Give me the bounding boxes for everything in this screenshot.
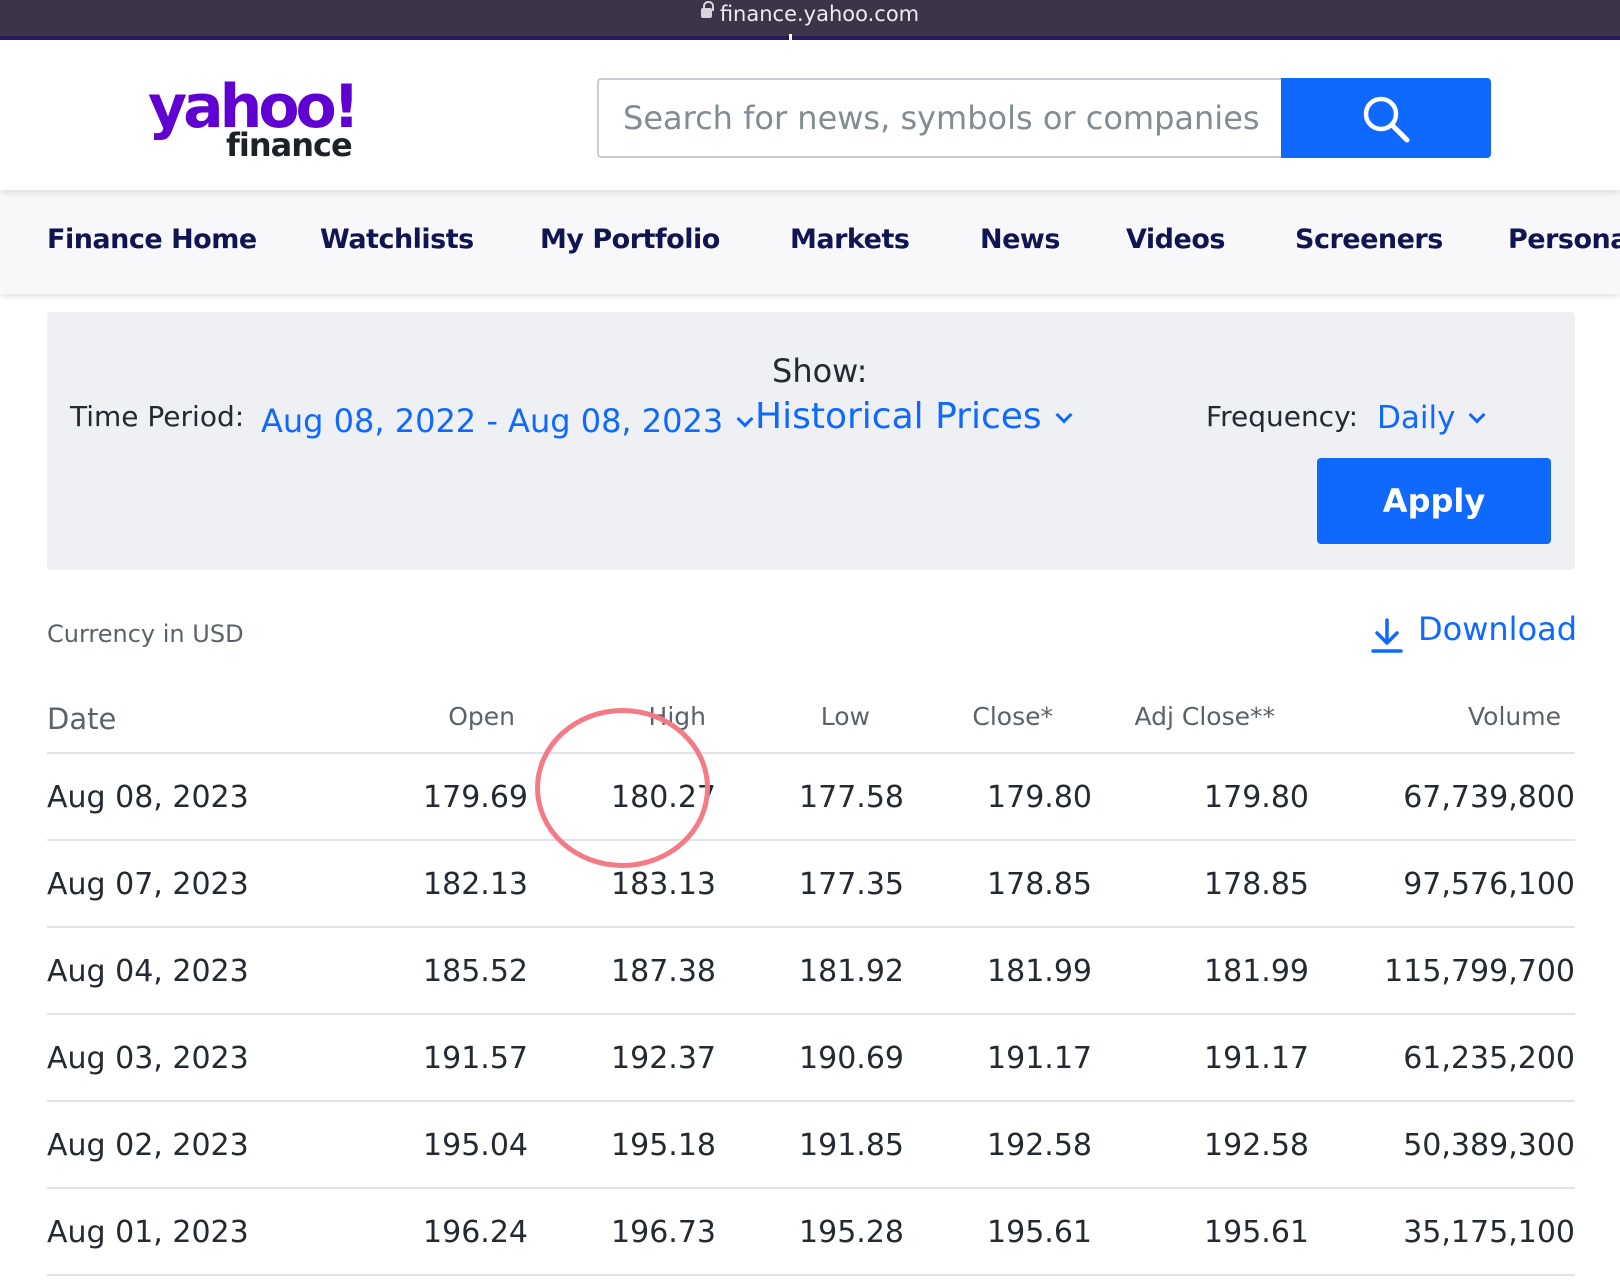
cell-open: 191.57	[423, 1041, 528, 1076]
table-body: Aug 08, 2023 179.69 180.27 177.58 179.80 179.…	[47, 754, 1575, 1276]
currency-note: Currency in USD	[47, 620, 244, 648]
cell-low: 191.85	[799, 1128, 904, 1163]
chevron-down-icon	[736, 410, 754, 428]
logo-finance-text: finance	[226, 126, 353, 164]
nav-news[interactable]: News	[980, 224, 1060, 255]
cell-close: 192.58	[987, 1128, 1092, 1163]
cell-date: Aug 02, 2023	[47, 1128, 249, 1163]
time-period-value: Aug 08, 2022 - Aug 08, 2023	[261, 402, 724, 440]
cell-high: 196.73	[611, 1215, 716, 1250]
nav-finance-home[interactable]: Finance Home	[47, 224, 257, 255]
cell-adj-close: 181.99	[1204, 954, 1309, 989]
col-header-date: Date	[47, 702, 117, 736]
cell-volume: 115,799,700	[1384, 954, 1575, 989]
chevron-down-icon	[1468, 406, 1486, 424]
col-header-high: High	[648, 702, 706, 731]
cell-open: 185.52	[423, 954, 528, 989]
main-nav: Finance Home Watchlists My Portfolio Mar…	[0, 190, 1620, 294]
cell-open: 196.24	[423, 1215, 528, 1250]
time-period-label: Time Period:	[70, 400, 245, 433]
search-box	[597, 78, 1281, 158]
nav-my-portfolio[interactable]: My Portfolio	[540, 224, 720, 255]
site-header: yahoo! finance	[0, 44, 1620, 190]
cell-close: 179.80	[987, 780, 1092, 815]
frequency-dropdown[interactable]: Daily	[1377, 400, 1486, 436]
col-header-low: Low	[820, 702, 870, 731]
cell-adj-close: 192.58	[1204, 1128, 1309, 1163]
search-icon	[1363, 96, 1410, 143]
table-header: Date Open High Low Close* Adj Close** Vo…	[47, 690, 1575, 754]
url-text: finance.yahoo.com	[719, 2, 920, 26]
frequency-label: Frequency:	[1206, 400, 1359, 433]
frequency-value: Daily	[1377, 400, 1456, 436]
col-header-adj-close: Adj Close**	[1134, 702, 1275, 731]
table-row: Aug 07, 2023 182.13 183.13 177.35 178.85 178.…	[47, 841, 1575, 928]
cell-adj-close: 178.85	[1204, 867, 1309, 902]
cell-date: Aug 01, 2023	[47, 1215, 249, 1250]
url-display[interactable]: finance.yahoo.com	[0, 1, 1620, 26]
cell-volume: 61,235,200	[1403, 1041, 1575, 1076]
table-row: Aug 03, 2023 191.57 192.37 190.69 191.17 191.…	[47, 1015, 1575, 1102]
historical-prices-table: Date Open High Low Close* Adj Close** Vo…	[47, 690, 1575, 1276]
chevron-down-icon	[1055, 406, 1073, 424]
col-header-volume: Volume	[1468, 702, 1561, 731]
table-row: Aug 08, 2023 179.69 180.27 177.58 179.80 179.…	[47, 754, 1575, 841]
progress-tick	[789, 34, 792, 40]
time-period-dropdown[interactable]: Aug 08, 2022 - Aug 08, 2023	[261, 402, 754, 440]
cell-date: Aug 03, 2023	[47, 1041, 249, 1076]
browser-url-bar[interactable]: finance.yahoo.com	[0, 0, 1620, 40]
nav-watchlists[interactable]: Watchlists	[320, 224, 474, 255]
cell-high: 195.18	[611, 1128, 716, 1163]
cell-low: 190.69	[799, 1041, 904, 1076]
cell-low: 195.28	[799, 1215, 904, 1250]
cell-date: Aug 04, 2023	[47, 954, 249, 989]
cell-close: 178.85	[987, 867, 1092, 902]
cell-open: 179.69	[423, 780, 528, 815]
cell-close: 181.99	[987, 954, 1092, 989]
show-dropdown[interactable]: Historical Prices	[755, 396, 1073, 437]
cell-open: 195.04	[423, 1128, 528, 1163]
yahoo-finance-logo[interactable]: yahoo! finance	[148, 74, 378, 174]
cell-date: Aug 08, 2023	[47, 780, 249, 815]
cell-close: 195.61	[987, 1215, 1092, 1250]
cell-low: 181.92	[799, 954, 904, 989]
cell-close: 191.17	[987, 1041, 1092, 1076]
col-header-open: Open	[448, 702, 515, 731]
cell-adj-close: 191.17	[1204, 1041, 1309, 1076]
nav-videos[interactable]: Videos	[1126, 224, 1225, 255]
cell-volume: 97,576,100	[1403, 867, 1575, 902]
col-header-close: Close*	[972, 702, 1053, 731]
cell-volume: 35,175,100	[1403, 1215, 1575, 1250]
cell-volume: 67,739,800	[1403, 780, 1575, 815]
download-icon	[1371, 618, 1403, 653]
table-row: Aug 01, 2023 196.24 196.73 195.28 195.61 195.…	[47, 1189, 1575, 1276]
cell-adj-close: 179.80	[1204, 780, 1309, 815]
search-input[interactable]	[599, 80, 1281, 156]
show-label: Show:	[772, 352, 868, 390]
cell-adj-close: 195.61	[1204, 1215, 1309, 1250]
cell-high: 183.13	[611, 867, 716, 902]
search-button[interactable]	[1281, 78, 1491, 158]
nav-markets[interactable]: Markets	[790, 224, 910, 255]
table-row: Aug 04, 2023 185.52 187.38 181.92 181.99 181.…	[47, 928, 1575, 1015]
cell-low: 177.35	[799, 867, 904, 902]
nav-screeners[interactable]: Screeners	[1295, 224, 1443, 255]
cell-high: 187.38	[611, 954, 716, 989]
cell-high: 192.37	[611, 1041, 716, 1076]
download-label: Download	[1418, 610, 1578, 648]
table-row: Aug 02, 2023 195.04 195.18 191.85 192.58 192.…	[47, 1102, 1575, 1189]
cell-high: 180.27	[611, 780, 716, 815]
apply-button[interactable]: Apply	[1317, 458, 1551, 544]
cell-date: Aug 07, 2023	[47, 867, 249, 902]
lock-icon	[700, 1, 714, 18]
cell-volume: 50,389,300	[1403, 1128, 1575, 1163]
nav-personal-finance[interactable]: Persona	[1508, 224, 1620, 255]
cell-low: 177.58	[799, 780, 904, 815]
show-value: Historical Prices	[755, 396, 1042, 437]
cell-open: 182.13	[423, 867, 528, 902]
